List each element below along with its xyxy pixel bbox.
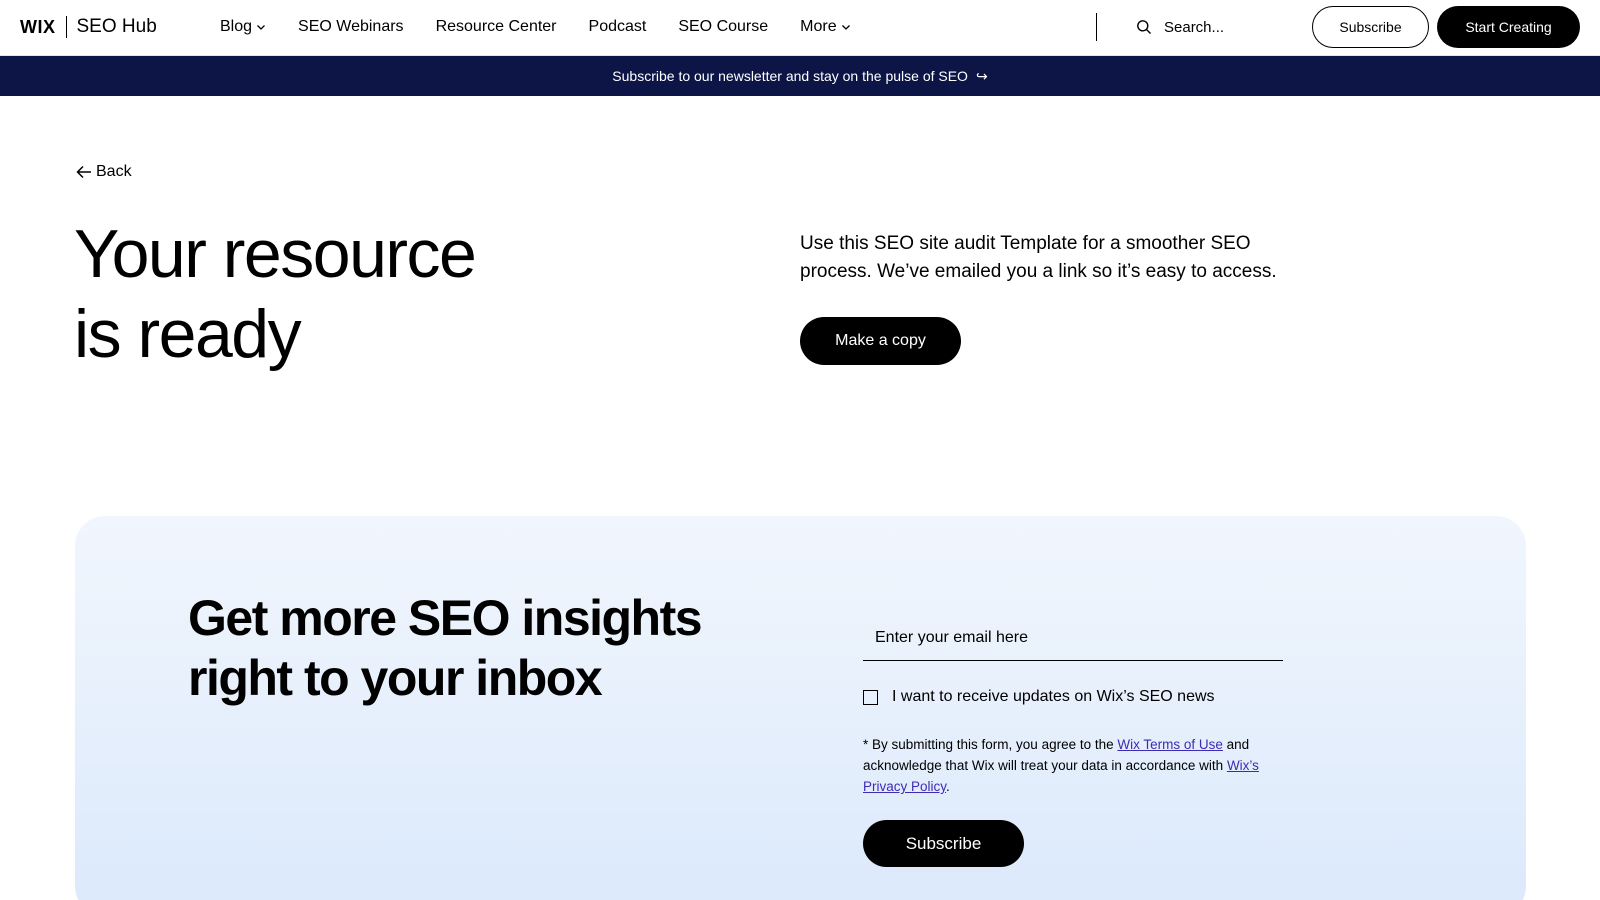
start-creating-button[interactable]: Start Creating	[1437, 6, 1580, 48]
banner-text: Subscribe to our newsletter and stay on …	[612, 68, 968, 84]
search-box[interactable]	[1136, 15, 1284, 39]
updates-consent: I want to receive updates on Wix’s SEO n…	[863, 688, 1215, 706]
back-link[interactable]: Back	[76, 163, 132, 181]
nav-item-label: Podcast	[588, 18, 647, 35]
nav-item-seo-webinars[interactable]: SEO Webinars	[298, 18, 404, 36]
header-subscribe-button[interactable]: Subscribe	[1312, 6, 1429, 48]
legal-notice: * By submitting this form, you agree to …	[863, 734, 1288, 797]
legal-prefix: * By submitting this form, you agree to …	[863, 737, 1118, 752]
nav-item-more[interactable]: More	[800, 18, 850, 36]
nav-item-label: SEO Course	[678, 18, 769, 35]
main-nav: Blog SEO Webinars Resource Center Podcas…	[220, 0, 883, 54]
search-input[interactable]	[1164, 18, 1284, 36]
site-header: WIX SEO Hub Blog SEO Webinars Resource C…	[0, 0, 1600, 56]
nav-divider	[1096, 13, 1097, 41]
newsletter-banner[interactable]: Subscribe to our newsletter and stay on …	[0, 56, 1600, 96]
page-title-line2: is ready	[74, 296, 302, 372]
logo[interactable]: WIX SEO Hub	[20, 15, 157, 39]
legal-suffix: .	[946, 779, 950, 794]
nav-item-label: More	[800, 18, 837, 35]
logo-separator	[65, 16, 67, 38]
updates-checkbox-label: I want to receive updates on Wix’s SEO n…	[892, 688, 1215, 705]
logo-product: SEO Hub	[76, 16, 157, 37]
chevron-down-icon	[257, 25, 265, 30]
newsletter-card: Get more SEO insights right to your inbo…	[75, 516, 1526, 900]
newsletter-title: Get more SEO insights right to your inbo…	[188, 588, 748, 708]
newsletter-subscribe-button[interactable]: Subscribe	[863, 820, 1024, 867]
newsletter-title-line1: Get more SEO insights	[188, 590, 703, 646]
page-title: Your resource is ready	[74, 214, 634, 374]
email-field[interactable]	[863, 616, 1283, 661]
nav-item-label: Resource Center	[435, 18, 557, 35]
chevron-down-icon	[841, 25, 850, 30]
logo-brand: WIX	[20, 16, 56, 37]
nav-item-resource-center[interactable]: Resource Center	[436, 18, 557, 36]
nav-item-seo-course[interactable]: SEO Course	[678, 18, 768, 36]
search-icon	[1137, 20, 1151, 34]
terms-of-use-link[interactable]: Wix Terms of Use	[1117, 737, 1223, 752]
make-copy-button[interactable]: Make a copy	[800, 317, 961, 365]
newsletter-title-line2: right to your inbox	[188, 650, 603, 706]
nav-item-label: Blog	[220, 18, 253, 35]
back-label: Back	[96, 163, 132, 180]
arrow-left-icon	[76, 165, 91, 179]
nav-item-blog[interactable]: Blog	[220, 18, 266, 36]
nav-item-label: SEO Webinars	[298, 18, 404, 35]
arrow-icon: ↪	[975, 67, 988, 84]
resource-description: Use this SEO site audit Template for a s…	[800, 233, 1277, 282]
nav-item-podcast[interactable]: Podcast	[589, 18, 647, 36]
updates-checkbox[interactable]	[863, 689, 878, 705]
page-title-line1: Your resource	[74, 216, 477, 292]
